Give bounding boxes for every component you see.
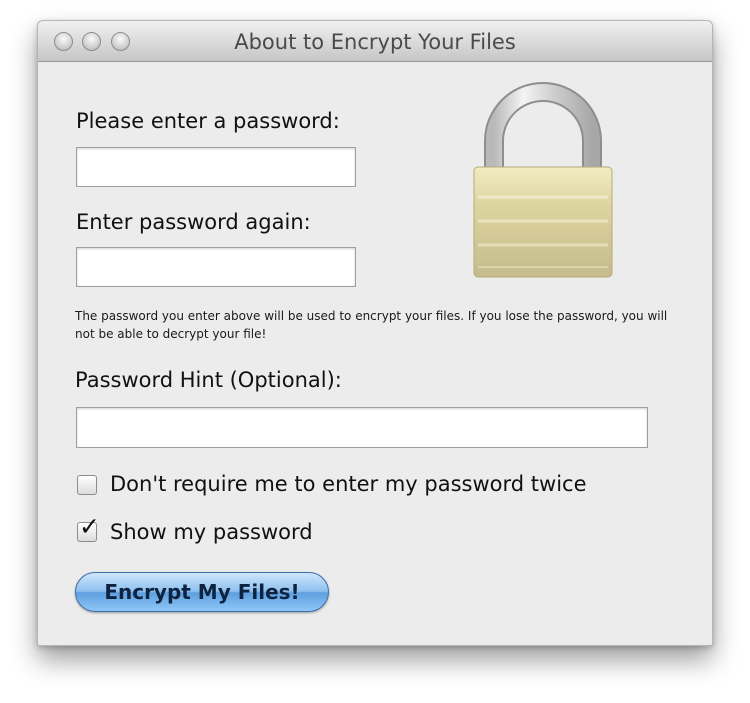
password-warning-text: The password you enter above will be use…	[75, 309, 668, 341]
password-label: Please enter a password:	[76, 109, 340, 133]
checkmark-icon: ✓	[79, 512, 100, 541]
confirm-password-input[interactable]	[76, 247, 356, 287]
encrypt-files-button[interactable]: Encrypt My Files!	[75, 572, 329, 612]
password-hint-label: Password Hint (Optional):	[75, 368, 342, 392]
no-repeat-password-checkbox[interactable]	[77, 475, 97, 495]
show-password-checkbox[interactable]: ✓	[77, 514, 100, 542]
window-title: About to Encrypt Your Files	[234, 30, 516, 54]
title-bar[interactable]: About to Encrypt Your Files	[38, 21, 712, 62]
confirm-password-label: Enter password again:	[76, 210, 311, 234]
encrypt-dialog-window: About to Encrypt Your Files Please enter…	[37, 20, 713, 646]
password-hint-input[interactable]	[76, 407, 648, 448]
password-input[interactable]	[76, 147, 356, 187]
show-password-label[interactable]: Show my password	[110, 520, 313, 544]
padlock-icon	[468, 79, 618, 283]
no-repeat-password-label[interactable]: Don't require me to enter my password tw…	[110, 472, 587, 496]
